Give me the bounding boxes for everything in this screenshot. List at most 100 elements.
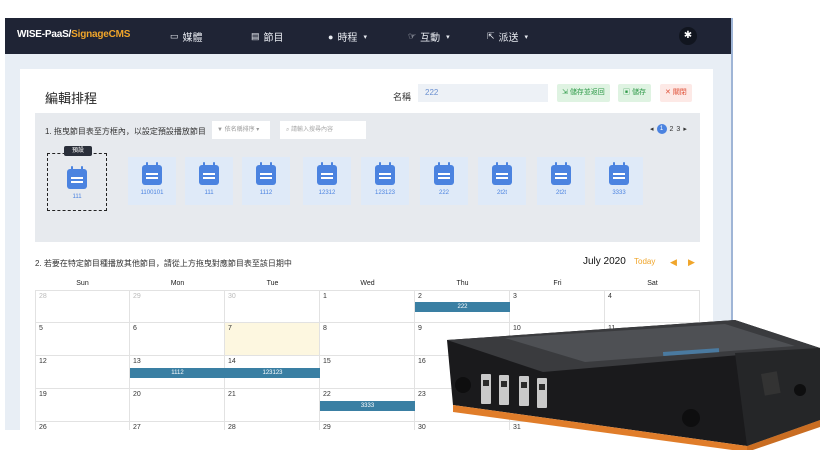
brand-logo[interactable]: WISE-PaaS/SignageCMS <box>17 29 130 40</box>
calendar-day-cell[interactable]: 20 <box>130 389 225 422</box>
weekday-label: Wed <box>360 280 375 287</box>
prev-page-icon[interactable]: ◂ <box>650 125 654 133</box>
day-number: 2 <box>418 293 422 300</box>
calendar-day-cell[interactable]: 27 <box>130 422 225 430</box>
nav-interactive[interactable]: ☞ 互動 ▾ <box>408 29 450 44</box>
day-number: 5 <box>39 325 43 332</box>
calendar-day-cell[interactable]: 28 <box>35 290 130 323</box>
save-button[interactable]: ▣ 儲存 <box>618 84 651 102</box>
day-number: 12 <box>39 358 47 365</box>
calendar-day-cell[interactable]: 29 <box>320 422 415 430</box>
calendar-day-cell[interactable]: 21 <box>225 389 320 422</box>
tile-label: 1112 <box>259 190 273 196</box>
sort-select[interactable]: ▼ 依名稱排序 ▾ <box>212 121 270 139</box>
calendar-icon <box>551 162 571 185</box>
calendar-day-cell[interactable]: 26 <box>35 422 130 430</box>
day-number: 4 <box>608 293 612 300</box>
nav-program[interactable]: ▤ 節目 <box>251 29 284 44</box>
calendar-day-cell[interactable]: 1 <box>320 290 415 323</box>
program-tile[interactable]: 111 <box>185 157 233 205</box>
brand-part-2: SignageCMS <box>71 29 131 40</box>
calendar-month: July 2020 <box>583 256 626 267</box>
day-number: 19 <box>39 391 47 398</box>
nav-dispatch[interactable]: ⇱ 派送 ▾ <box>487 29 528 44</box>
calendar-icon <box>256 162 276 185</box>
calendar-day-cell[interactable]: 5 <box>35 323 130 356</box>
next-page-icon[interactable]: ▸ <box>683 125 687 133</box>
program-tile[interactable]: 1100101 <box>128 157 176 205</box>
day-number: 28 <box>228 424 236 430</box>
program-tile[interactable]: 3333 <box>595 157 643 205</box>
nav-dispatch-label: 派送 <box>498 33 519 44</box>
page-button-3[interactable]: 3 <box>676 126 680 133</box>
next-month-icon[interactable]: ▶ <box>688 257 695 268</box>
tile-label: 3333 <box>612 190 626 196</box>
calendar-icon <box>492 162 512 185</box>
default-program-tile[interactable]: 111 <box>53 161 101 209</box>
weekday-label: Sat <box>647 280 658 287</box>
calendar-day-cell[interactable]: 19 <box>35 389 130 422</box>
library-title: 1. 拖曳節目表至方框內，以設定預設播放節目 <box>45 127 206 136</box>
day-number: 29 <box>323 424 331 430</box>
tile-label: 12312 <box>318 190 336 196</box>
prev-month-icon[interactable]: ◀ <box>670 257 677 268</box>
today-button[interactable]: Today <box>634 257 655 266</box>
search-input[interactable]: ⌕ 請輸入搜尋內容 <box>280 121 366 139</box>
calendar-day-cell[interactable]: 15 <box>320 356 415 389</box>
day-number: 22 <box>323 391 331 398</box>
schedule-event[interactable]: 3333 <box>320 401 415 411</box>
calendar-icon <box>67 166 87 189</box>
pointer-icon: ☞ <box>408 31 417 41</box>
schedule-event[interactable]: 123123 <box>225 368 320 378</box>
weekday-label: Fri <box>553 280 562 287</box>
close-icon: ✕ <box>665 89 673 96</box>
day-number: 13 <box>133 358 141 365</box>
filter-icon: ▼ <box>217 127 225 133</box>
clock-icon: ● <box>328 31 334 42</box>
chevron-down-icon: ▾ <box>254 127 260 133</box>
name-input[interactable]: 222 <box>418 84 548 102</box>
day-number: 26 <box>39 424 47 430</box>
program-tile[interactable]: 2t2t <box>478 157 526 205</box>
day-number: 15 <box>323 358 331 365</box>
calendar-day-cell[interactable]: 28 <box>225 422 320 430</box>
save-and-return-button[interactable]: ⇲ 儲存並返回 <box>557 84 610 102</box>
save-and-return-label: 儲存並返回 <box>569 89 605 96</box>
page-button-2[interactable]: 2 <box>670 126 674 133</box>
day-number: 30 <box>228 293 236 300</box>
calendar-day-cell[interactable]: 30 <box>225 290 320 323</box>
tile-label: 2t2t <box>555 190 566 196</box>
media-icon: ▭ <box>170 31 179 41</box>
program-tile[interactable]: 2t2t <box>537 157 585 205</box>
calendar-day-cell[interactable]: 8 <box>320 323 415 356</box>
brand-part-1: WISE-PaaS/ <box>17 29 72 40</box>
program-tile[interactable]: 123123 <box>361 157 409 205</box>
program-icon: ▤ <box>251 31 260 41</box>
weekday-label: Tue <box>266 280 279 287</box>
external-link-icon: ⇱ <box>487 31 495 41</box>
nav-media[interactable]: ▭ 媒體 <box>170 29 203 44</box>
schedule-event[interactable]: 1112 <box>130 368 225 378</box>
gear-icon[interactable]: ✱ <box>679 27 697 45</box>
program-library: 1. 拖曳節目表至方框內，以設定預設播放節目 ▼ 依名稱排序 ▾ ⌕ 請輸入搜尋… <box>35 113 700 242</box>
chevron-down-icon: ▾ <box>524 33 529 41</box>
sort-select-value: 依名稱排序 <box>224 127 255 133</box>
program-tile[interactable]: 222 <box>420 157 468 205</box>
nav-schedule[interactable]: ● 時程 ▾ <box>328 29 367 45</box>
program-tile[interactable]: 12312 <box>303 157 351 205</box>
chevron-down-icon: ▾ <box>446 33 450 41</box>
save-label: 儲存 <box>631 89 646 96</box>
calendar-day-cell[interactable]: 7 <box>225 323 320 356</box>
day-number: 1 <box>323 293 327 300</box>
calendar-day-cell[interactable]: 29 <box>130 290 225 323</box>
weekday-label: Thu <box>456 280 469 287</box>
calendar-day-cell[interactable]: 6 <box>130 323 225 356</box>
tile-label: 222 <box>438 190 449 196</box>
program-tile[interactable]: 1112 <box>242 157 290 205</box>
day-number: 20 <box>133 391 141 398</box>
close-button[interactable]: ✕ 關閉 <box>660 84 692 102</box>
weekday-label: Sun <box>76 280 89 287</box>
calendar-day-cell[interactable]: 12 <box>35 356 130 389</box>
nav-schedule-label: 時程 <box>337 33 358 44</box>
page-button-1[interactable]: 1 <box>656 124 667 134</box>
